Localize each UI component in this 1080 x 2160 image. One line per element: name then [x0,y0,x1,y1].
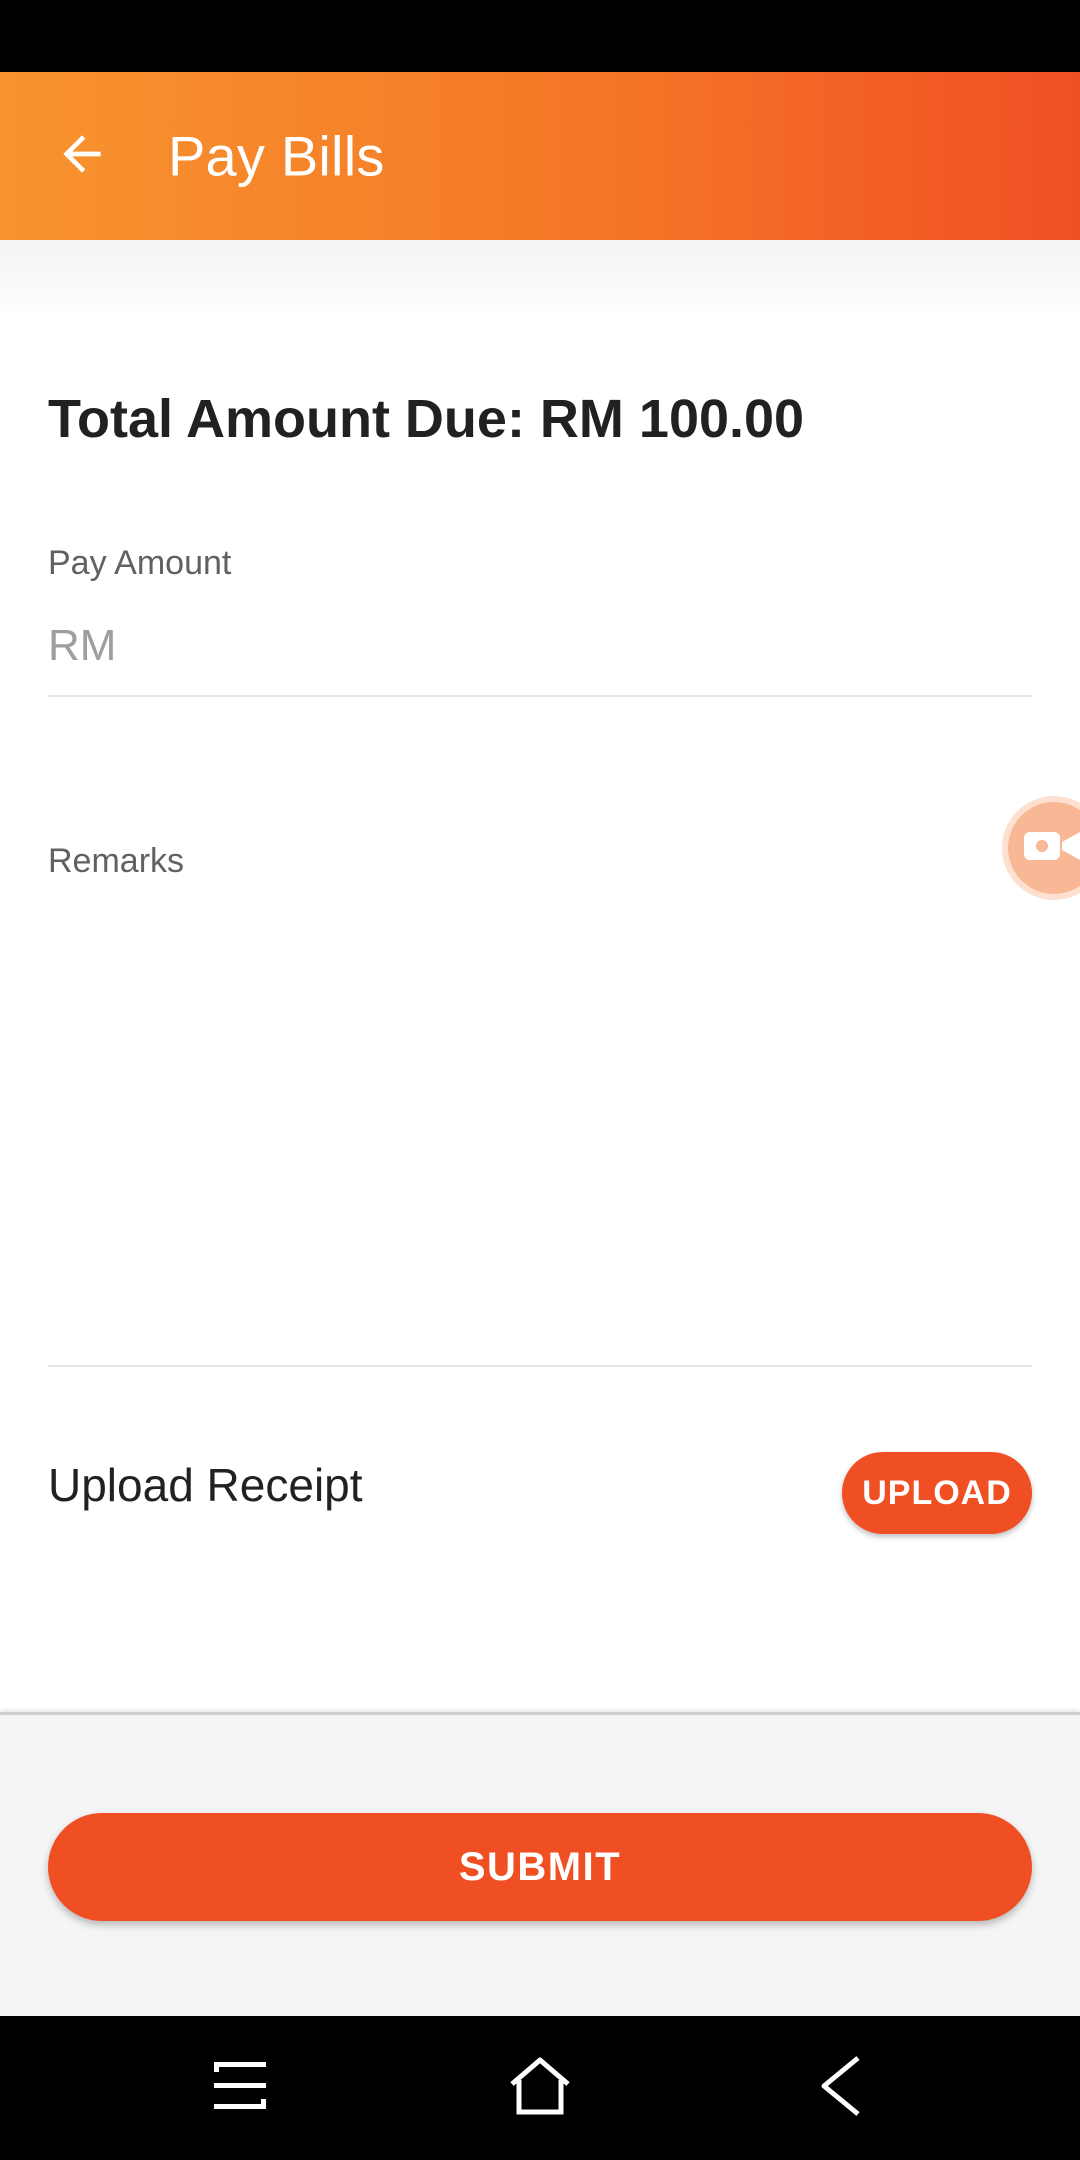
upload-receipt-label: Upload Receipt [48,1459,363,1511]
recent-apps-button[interactable] [200,2052,280,2124]
nav-back-icon [812,2054,868,2123]
home-icon [506,2054,574,2123]
status-bar [0,0,1080,72]
total-amount-due: Total Amount Due: RM 100.00 [48,389,805,449]
upload-button[interactable]: UPLOAD [842,1452,1032,1534]
pay-amount-label: Pay Amount [48,544,232,582]
back-button[interactable] [46,120,118,192]
nav-back-button[interactable] [800,2052,880,2124]
header-shadow [0,240,1080,320]
pay-amount-input[interactable] [48,612,1032,680]
video-camera-icon [1024,826,1080,871]
page-title: Pay Bills [168,124,385,188]
remarks-underline [48,1365,1032,1367]
main-content: Total Amount Due: RM 100.00 Pay Amount R… [0,240,1080,1712]
remarks-label: Remarks [48,842,185,880]
pay-amount-underline [48,695,1032,697]
home-button[interactable] [500,2052,580,2124]
submit-button[interactable]: SUBMIT [48,1813,1032,1921]
system-navigation-bar [0,2016,1080,2160]
app-bar: Pay Bills [0,72,1080,240]
remarks-input[interactable] [48,900,1032,1360]
recent-apps-icon [208,2056,272,2121]
bottom-action-area: SUBMIT [0,1712,1080,2016]
arrow-back-icon [54,126,110,187]
